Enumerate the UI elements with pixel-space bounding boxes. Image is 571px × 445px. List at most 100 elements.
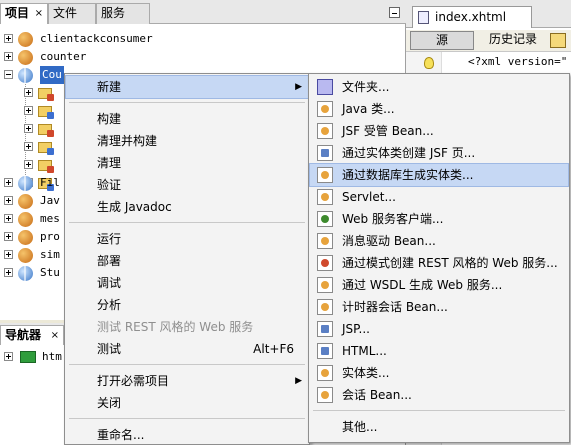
java-class-icon	[317, 101, 333, 117]
jsp-icon	[317, 321, 333, 337]
submenu-item[interactable]: 通过数据库生成实体类...	[309, 163, 569, 187]
context-menu-item[interactable]: 生成 Javadoc	[66, 196, 308, 218]
expand-icon[interactable]	[4, 250, 13, 259]
tab-projects[interactable]: 项目 ×	[0, 3, 48, 24]
tab-navigator-close-icon[interactable]: ×	[51, 326, 59, 345]
menu-item-label: 测试 REST 风格的 Web 服务	[97, 320, 254, 334]
submenu-item[interactable]: Java 类...	[310, 98, 568, 120]
coffee-cup-icon	[18, 50, 33, 65]
menu-item-label: 测试	[97, 342, 122, 356]
submenu-item[interactable]: 通过模式创建 REST 风格的 Web 服务...	[310, 252, 568, 274]
coffee-cup-icon	[18, 32, 33, 47]
expand-icon[interactable]	[24, 142, 33, 151]
menu-item-label: 通过数据库生成实体类...	[342, 168, 474, 182]
menu-item-label: 部署	[97, 254, 122, 268]
wsdl-icon	[317, 277, 333, 293]
context-menu-item[interactable]: 打开必需项目 ▶	[66, 370, 308, 392]
editor-file-tab[interactable]: index.xhtml	[412, 6, 532, 28]
tab-files-label: 文件	[53, 6, 78, 20]
menu-item-label: 新建	[97, 80, 122, 94]
back-icon[interactable]	[550, 33, 566, 48]
navigator-item-label: htm	[42, 350, 62, 363]
menu-item-label: Java 类...	[342, 102, 395, 116]
expand-icon[interactable]	[24, 88, 33, 97]
coffee-cup-icon	[18, 230, 33, 245]
context-menu-item[interactable]: 新建 ▶	[65, 75, 309, 99]
submenu-item[interactable]: 通过实体类创建 JSF 页...	[310, 142, 568, 164]
menu-separator	[69, 418, 305, 419]
tree-item[interactable]: clientackconsumer	[0, 30, 406, 48]
context-menu-item[interactable]: 重命名...	[66, 424, 308, 445]
expand-icon[interactable]	[4, 268, 13, 277]
menu-item-label: 通过实体类创建 JSF 页...	[342, 146, 476, 160]
submenu-item[interactable]: 会话 Bean...	[310, 384, 568, 406]
context-menu-item[interactable]: 分析	[66, 294, 308, 316]
context-menu-item[interactable]: 运行	[66, 228, 308, 250]
submenu-item[interactable]: JSF 受管 Bean...	[310, 120, 568, 142]
bean-icon	[317, 233, 333, 249]
expand-icon[interactable]	[4, 232, 13, 241]
tree-item[interactable]: counter	[0, 48, 406, 66]
xhtml-file-icon	[418, 11, 429, 24]
minimize-panel-icon[interactable]	[389, 7, 400, 18]
submenu-item[interactable]: 实体类...	[310, 362, 568, 384]
editor-tabbar: index.xhtml	[406, 0, 571, 28]
page-icon	[317, 145, 333, 161]
submenu-item[interactable]: Web 服务客户端...	[310, 208, 568, 230]
expand-icon[interactable]	[24, 106, 33, 115]
globe-icon	[317, 211, 333, 227]
folder-icon	[38, 160, 54, 173]
menu-item-label: 会话 Bean...	[342, 388, 412, 402]
tree-item-label: counter	[40, 50, 87, 63]
expand-icon[interactable]	[24, 160, 33, 169]
context-menu-item[interactable]: 清理并构建	[66, 130, 308, 152]
folder-icon	[38, 124, 54, 137]
submenu-item[interactable]: 其他...	[310, 416, 568, 438]
menu-item-label: Web 服务客户端...	[342, 212, 444, 226]
context-menu-item[interactable]: 测试 Alt+F6	[66, 338, 308, 360]
tab-navigator[interactable]: 导航器 ×	[0, 325, 64, 345]
tab-files[interactable]: 文件	[48, 3, 96, 24]
collapse-icon[interactable]	[4, 70, 13, 79]
source-view-button[interactable]: 源	[410, 31, 474, 50]
expand-icon[interactable]	[4, 214, 13, 223]
context-menu-item[interactable]: 清理	[66, 152, 308, 174]
context-menu-item[interactable]: 部署	[66, 250, 308, 272]
editor-toolbar: 源 历史记录	[406, 30, 571, 52]
submenu-item[interactable]: Servlet...	[310, 186, 568, 208]
submenu-item[interactable]: 消息驱动 Bean...	[310, 230, 568, 252]
context-menu-item[interactable]: 构建	[66, 108, 308, 130]
context-menu: 新建 ▶ 构建 清理并构建 清理 验证 生成 Javadoc 运行部署调试 分析测试 REST …	[64, 73, 310, 445]
bean-icon	[317, 299, 333, 315]
context-menu-item[interactable]: 验证	[66, 174, 308, 196]
expand-icon[interactable]	[24, 124, 33, 133]
menu-separator	[69, 222, 305, 223]
expand-icon[interactable]	[4, 34, 13, 43]
submenu-item[interactable]: 计时器会话 Bean...	[310, 296, 568, 318]
tree-item-label: clientackconsumer	[40, 32, 153, 45]
coffee-cup-icon	[18, 194, 33, 209]
globe-icon	[18, 68, 33, 83]
submenu-item[interactable]: 文件夹...	[310, 76, 568, 98]
submenu-item[interactable]: 通过 WSDL 生成 Web 服务...	[310, 274, 568, 296]
rest-icon	[317, 255, 333, 271]
expand-icon[interactable]	[4, 178, 13, 187]
servlet-icon	[317, 189, 333, 205]
hint-bulb-icon[interactable]	[424, 57, 434, 69]
context-menu-item[interactable]: 关闭	[66, 392, 308, 414]
tab-services[interactable]: 服务	[96, 3, 150, 24]
menu-item-label: 实体类...	[342, 366, 390, 380]
menu-item-label: JSF 受管 Bean...	[342, 124, 434, 138]
submenu-item[interactable]: JSP...	[310, 318, 568, 340]
menu-item-label: 消息驱动 Bean...	[342, 234, 436, 248]
context-menu-item[interactable]: 调试	[66, 272, 308, 294]
submenu-item[interactable]: HTML...	[310, 340, 568, 362]
history-view-button[interactable]: 历史记录	[480, 31, 546, 50]
expand-icon[interactable]	[4, 196, 13, 205]
menu-item-label: JSP...	[342, 322, 370, 336]
expand-icon[interactable]	[4, 352, 13, 361]
menu-separator	[313, 410, 565, 411]
coffee-cup-icon	[18, 248, 33, 263]
expand-icon[interactable]	[4, 52, 13, 61]
tab-projects-close-icon[interactable]: ×	[35, 4, 43, 23]
